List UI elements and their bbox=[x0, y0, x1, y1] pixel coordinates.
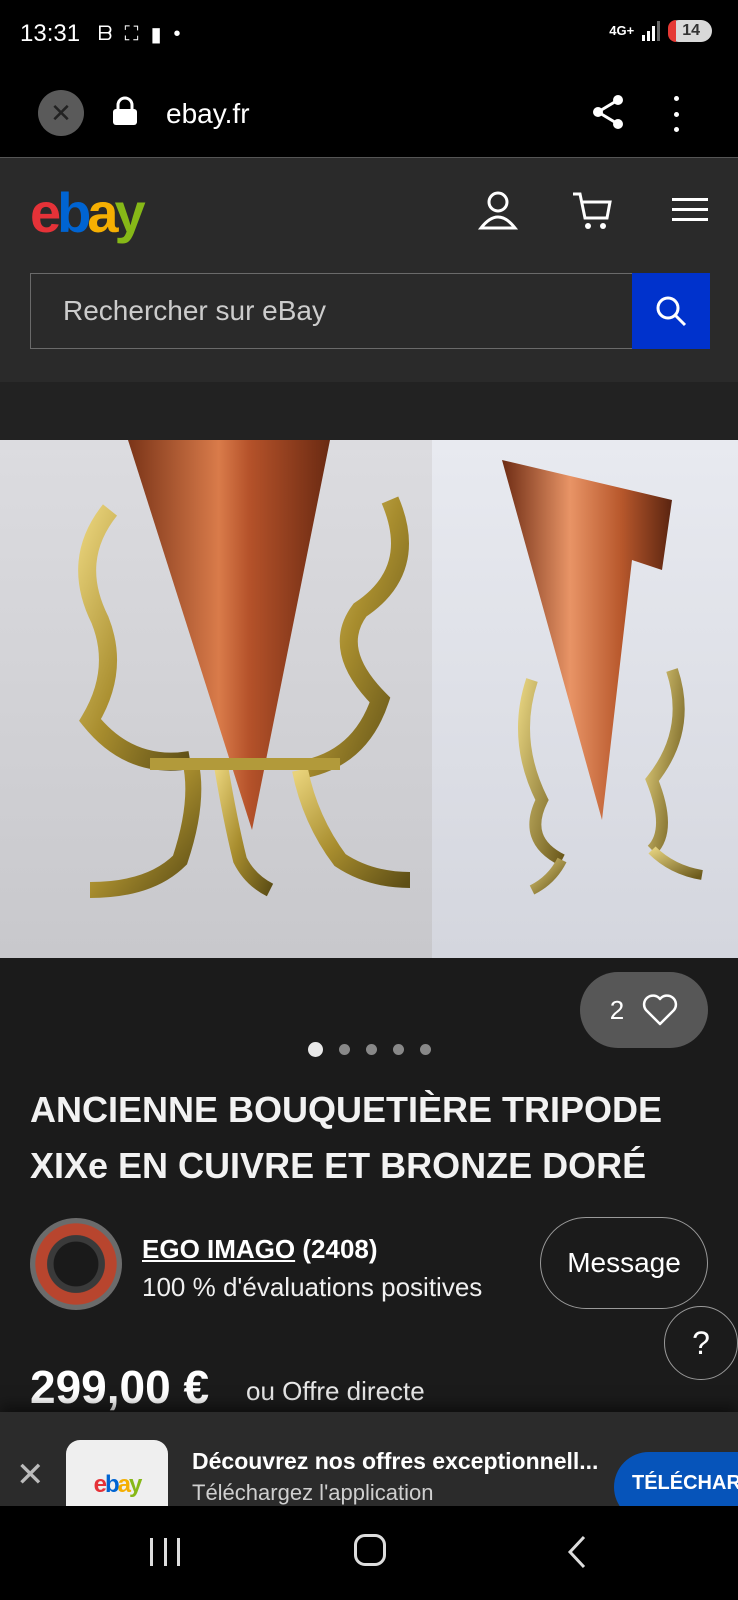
carousel-dot[interactable] bbox=[420, 1044, 431, 1055]
account-icon[interactable] bbox=[476, 188, 520, 232]
battery-indicator: 14 bbox=[668, 20, 712, 42]
system-nav-bar bbox=[0, 1506, 738, 1600]
cart-icon[interactable] bbox=[570, 188, 614, 232]
watch-button[interactable]: 2 bbox=[580, 972, 708, 1048]
seller-avatar[interactable] bbox=[30, 1218, 122, 1310]
carousel-dot[interactable] bbox=[393, 1044, 404, 1055]
network-type: 4G+ bbox=[609, 23, 635, 38]
screenshot-icon: ⛶ bbox=[124, 23, 139, 45]
site-header: ebay Rechercher sur eBay bbox=[0, 158, 738, 382]
lock-icon bbox=[113, 96, 137, 125]
home-icon[interactable] bbox=[354, 1534, 386, 1566]
status-right: 4G+ 14 bbox=[609, 20, 712, 42]
search-icon bbox=[656, 296, 687, 327]
back-icon[interactable] bbox=[566, 1534, 588, 1570]
seller-name-link[interactable]: EGO IMAGO bbox=[142, 1234, 295, 1264]
url-text[interactable]: ebay.fr bbox=[166, 98, 250, 130]
carousel-dot[interactable] bbox=[366, 1044, 377, 1055]
product-image-1[interactable] bbox=[0, 440, 432, 958]
browser-toolbar: ✕ ebay.fr bbox=[0, 70, 738, 158]
best-offer-label: ou Offre directe bbox=[246, 1376, 425, 1406]
signal-icon bbox=[642, 21, 661, 41]
carousel-pagination bbox=[308, 1042, 431, 1057]
share-icon[interactable] bbox=[590, 92, 626, 132]
alert-icon: ▮ bbox=[150, 24, 162, 46]
banner-subtitle: Téléchargez l'application bbox=[192, 1480, 434, 1505]
price: 299,00 € bbox=[30, 1361, 210, 1413]
product-image-2[interactable] bbox=[432, 440, 738, 958]
close-icon[interactable]: ✕ bbox=[16, 1458, 45, 1492]
more-menu-icon[interactable] bbox=[668, 96, 684, 132]
close-tab-button[interactable]: ✕ bbox=[38, 90, 84, 136]
message-button[interactable]: Message bbox=[540, 1217, 708, 1309]
image-carousel[interactable] bbox=[0, 440, 738, 958]
status-bar: 13:31 ᗷ ⛶ ▮ • 4G+ 14 bbox=[0, 0, 738, 70]
watch-count: 2 bbox=[609, 994, 625, 1025]
help-button[interactable]: ? bbox=[664, 1306, 738, 1380]
carousel-dot-active[interactable] bbox=[308, 1042, 323, 1057]
search-bar: Rechercher sur eBay bbox=[30, 273, 710, 349]
bixby-icon: ᗷ bbox=[98, 23, 113, 45]
carousel-dot[interactable] bbox=[339, 1044, 350, 1055]
status-time: 13:31 bbox=[20, 20, 81, 47]
dot-icon: • bbox=[173, 23, 181, 45]
recent-apps-icon[interactable] bbox=[150, 1538, 180, 1566]
seller-feedback-count: (2408) bbox=[302, 1234, 378, 1264]
seller-positive-rating: 100 % d'évaluations positives bbox=[142, 1272, 483, 1302]
header-divider bbox=[0, 382, 738, 440]
search-input[interactable]: Rechercher sur eBay bbox=[30, 273, 632, 349]
app-icon: ebay bbox=[66, 1440, 168, 1506]
seller-info: EGO IMAGO (2408) bbox=[142, 1234, 378, 1265]
download-app-button[interactable]: TÉLÉCHARGER bbox=[614, 1452, 738, 1506]
listing-title: ANCIENNE BOUQUETIÈRE TRIPODE XIXe EN CUI… bbox=[30, 1089, 663, 1186]
search-button[interactable] bbox=[632, 273, 710, 349]
app-download-banner: ✕ ebay Découvrez nos offres exceptionnel… bbox=[0, 1412, 738, 1506]
heart-icon bbox=[643, 994, 678, 1026]
banner-title: Découvrez nos offres exceptionnell... bbox=[192, 1448, 599, 1474]
menu-icon[interactable] bbox=[668, 188, 712, 232]
status-notification-icons: ᗷ ⛶ ▮ • bbox=[98, 22, 180, 47]
ebay-logo[interactable]: ebay bbox=[30, 180, 146, 245]
